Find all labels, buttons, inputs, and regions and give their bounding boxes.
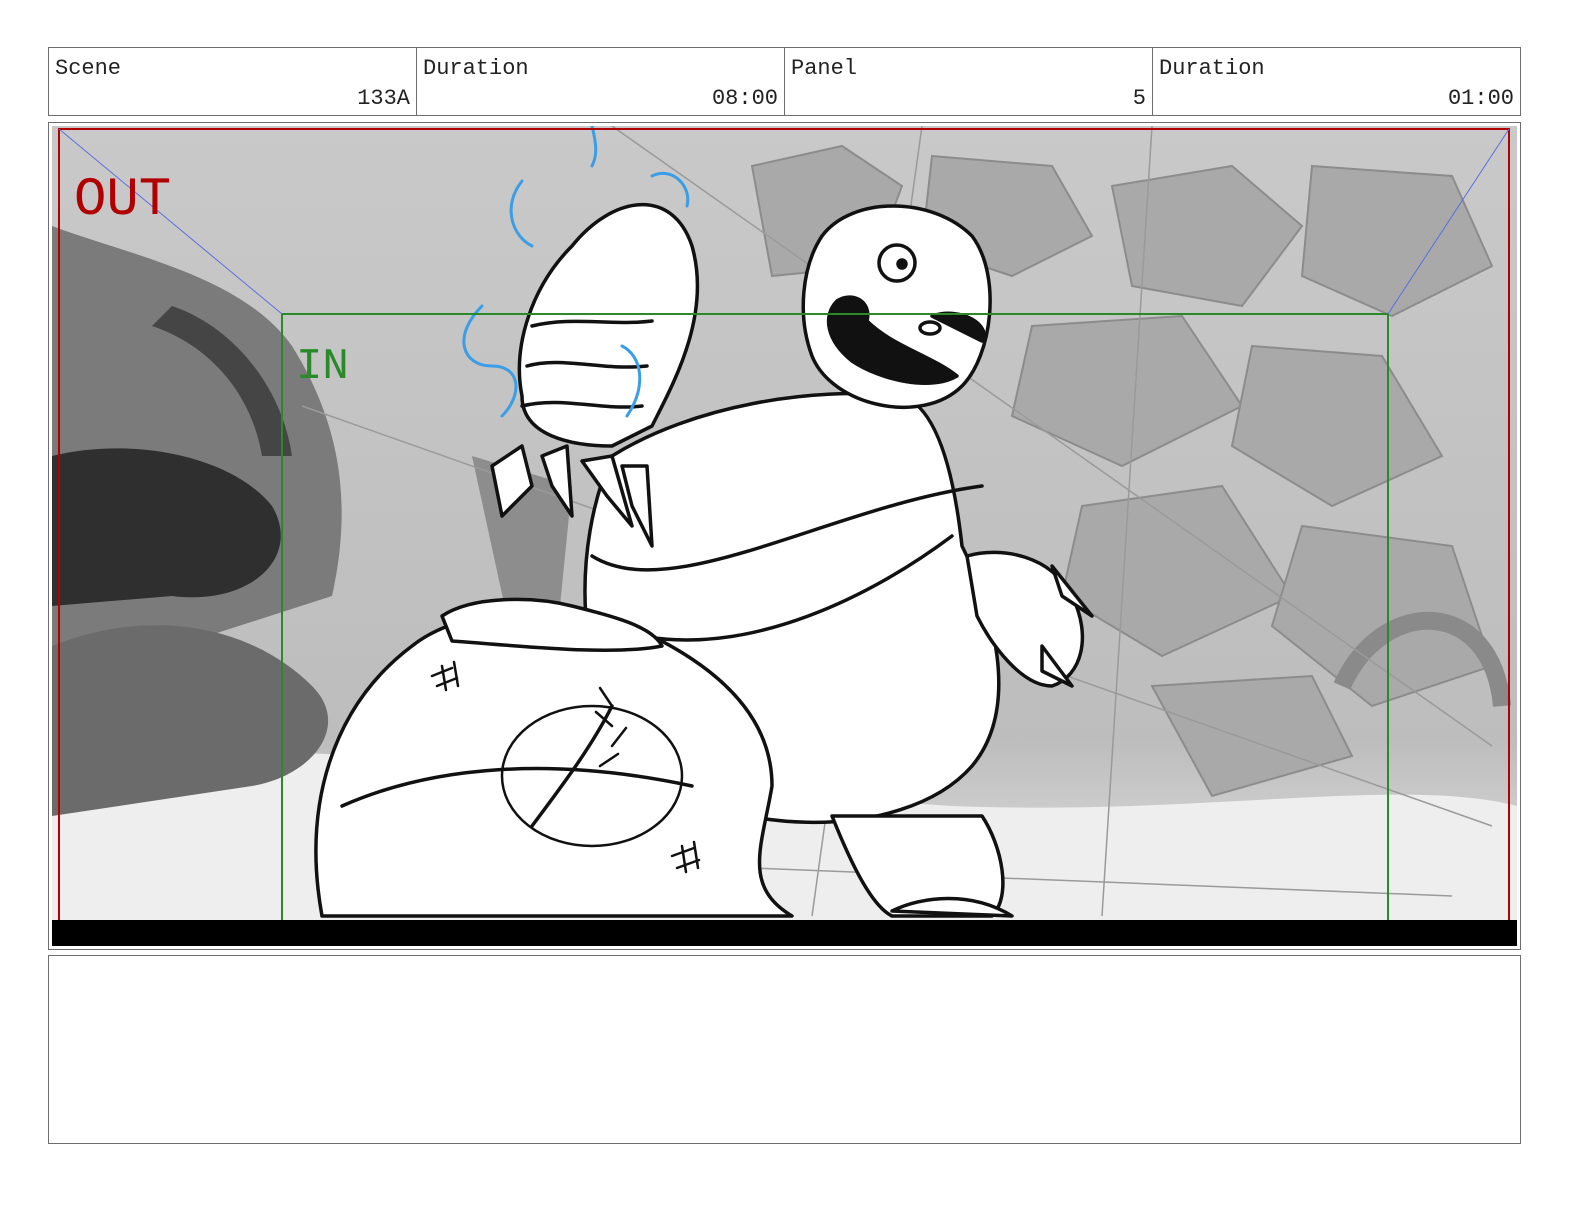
notes-area[interactable] [48, 955, 1521, 1144]
panel-duration-label: Duration [1159, 56, 1265, 81]
scene-duration-cell: Duration 08:00 [417, 48, 785, 115]
scene-label: Scene [55, 56, 122, 81]
out-frame-label: OUT [74, 170, 171, 231]
panel-label: Panel [791, 56, 858, 81]
panel-value: 5 [1132, 86, 1146, 111]
scene-duration-label: Duration [423, 56, 529, 81]
scene-cell: Scene 133A [49, 48, 417, 115]
panel-duration-cell: Duration 01:00 [1153, 48, 1520, 115]
panel-header: Scene 133A Duration 08:00 Panel 5 Durati… [48, 47, 1521, 116]
scene-value: 133A [357, 86, 410, 111]
storyboard-panel-image: OUT IN [52, 126, 1517, 946]
panel-cell: Panel 5 [785, 48, 1153, 115]
in-frame-label: IN [296, 342, 349, 392]
scene-duration-value: 08:00 [711, 86, 778, 111]
letterbox-strip [52, 920, 1517, 946]
panel-duration-value: 01:00 [1447, 86, 1514, 111]
